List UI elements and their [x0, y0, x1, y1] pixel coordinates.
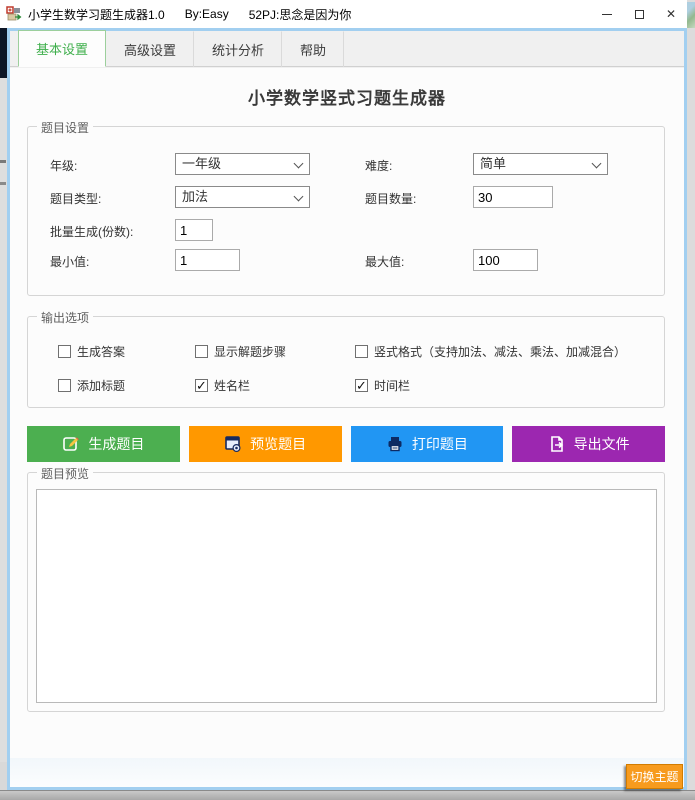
chevron-down-icon — [294, 192, 304, 202]
window-title-slogan: 52PJ:思念是因为你 — [249, 6, 352, 23]
checkbox-vertical-format[interactable]: 竖式格式（支持加法、减法、乘法、加减混合） — [355, 343, 626, 360]
chevron-down-icon — [294, 159, 304, 169]
question-type-select-value: 加法 — [182, 189, 208, 204]
checkbox-label: 姓名栏 — [214, 377, 250, 394]
action-button-row: 生成题目 预览题目 — [27, 426, 665, 462]
print-questions-button[interactable]: 打印题目 — [351, 426, 504, 462]
checkbox-show-steps[interactable]: 显示解题步骤 — [195, 343, 286, 360]
checkbox-box[interactable] — [195, 345, 208, 358]
export-icon — [548, 435, 566, 453]
edit-icon — [62, 435, 80, 453]
max-value-input[interactable] — [473, 249, 538, 271]
question-count-label: 题目数量: — [365, 188, 416, 210]
question-type-select[interactable]: 加法 — [175, 186, 310, 208]
checkbox-name-field[interactable]: 姓名栏 — [195, 377, 250, 394]
group-title: 题目设置 — [37, 119, 93, 136]
preview-icon — [224, 435, 242, 453]
checkbox-time-field[interactable]: 时间栏 — [355, 377, 410, 394]
export-file-button[interactable]: 导出文件 — [512, 426, 665, 462]
checkbox-label: 添加标题 — [77, 377, 125, 394]
close-button[interactable]: ✕ — [655, 0, 687, 28]
checkbox-label: 显示解题步骤 — [214, 343, 286, 360]
checkbox-label: 竖式格式（支持加法、减法、乘法、加减混合） — [374, 343, 626, 360]
difficulty-select[interactable]: 简单 — [473, 153, 608, 175]
grade-select-value: 一年级 — [182, 156, 221, 171]
printer-icon — [386, 435, 404, 453]
preview-questions-button[interactable]: 预览题目 — [189, 426, 342, 462]
tab-page-basic-settings: 小学数学竖式习题生成器 题目设置 年级: 一年级 难度: 简单 题目类型: 加法 — [10, 68, 684, 758]
button-label: 生成题目 — [88, 434, 144, 454]
window-title-byline: By:Easy — [185, 7, 229, 21]
window-title: 小学生数学习题生成器1.0 — [28, 6, 165, 23]
group-title: 输出选项 — [37, 309, 93, 326]
desktop-background-right — [687, 0, 695, 800]
minimize-button[interactable] — [591, 0, 623, 28]
batch-count-input[interactable] — [175, 219, 213, 241]
question-preview-textarea[interactable] — [36, 489, 657, 703]
tab-help[interactable]: 帮助 — [282, 31, 344, 67]
generate-questions-button[interactable]: 生成题目 — [27, 426, 180, 462]
app-icon — [6, 6, 22, 22]
tab-statistics[interactable]: 统计分析 — [194, 31, 282, 67]
window-controls: ✕ — [591, 0, 687, 28]
app-screen: 小学生数学习题生成器1.0 By:Easy 52PJ:思念是因为你 ✕ 基本设置… — [0, 0, 695, 800]
desktop-background-left — [0, 0, 7, 762]
batch-label: 批量生成(份数): — [50, 221, 133, 243]
question-preview-group: 题目预览 — [27, 472, 665, 712]
max-value-label: 最大值: — [365, 251, 404, 273]
grade-label: 年级: — [50, 155, 77, 177]
maximize-button[interactable] — [623, 0, 655, 28]
difficulty-label: 难度: — [365, 155, 392, 177]
page-title: 小学数学竖式习题生成器 — [10, 84, 684, 109]
button-label: 打印题目 — [412, 434, 468, 454]
window-footer-area: 切换主题 — [10, 758, 684, 787]
button-label: 预览题目 — [250, 434, 306, 454]
min-value-input[interactable] — [175, 249, 240, 271]
checkbox-generate-answers[interactable]: 生成答案 — [58, 343, 125, 360]
desktop-background-bottom — [0, 790, 695, 800]
switch-theme-button[interactable]: 切换主题 — [626, 764, 683, 789]
checkbox-add-title[interactable]: 添加标题 — [58, 377, 125, 394]
chevron-down-icon — [592, 159, 602, 169]
tab-basic-settings[interactable]: 基本设置 — [18, 30, 106, 67]
checkbox-box[interactable] — [355, 345, 368, 358]
desktop-icon-text-fragment — [0, 160, 6, 163]
checkbox-box[interactable] — [58, 345, 71, 358]
tab-strip: 基本设置 高级设置 统计分析 帮助 — [10, 31, 684, 67]
min-value-label: 最小值: — [50, 251, 89, 273]
window-body: 基本设置 高级设置 统计分析 帮助 小学数学竖式习题生成器 题目设置 年级: 一… — [7, 28, 687, 790]
question-settings-group: 题目设置 年级: 一年级 难度: 简单 题目类型: 加法 题目数量: — [27, 126, 665, 296]
difficulty-select-value: 简单 — [480, 156, 506, 171]
checkbox-box[interactable] — [58, 379, 71, 392]
close-icon: ✕ — [666, 8, 676, 20]
group-title: 题目预览 — [37, 465, 93, 482]
grade-select[interactable]: 一年级 — [175, 153, 310, 175]
tab-advanced-settings[interactable]: 高级设置 — [106, 31, 194, 67]
question-type-label: 题目类型: — [50, 188, 101, 210]
output-options-group: 输出选项 生成答案 显示解题步骤 竖式格式（支持加法、减法、乘法、加减混合） 添… — [27, 316, 665, 408]
checkbox-label: 时间栏 — [374, 377, 410, 394]
desktop-icon-text-fragment — [0, 182, 6, 185]
checkbox-label: 生成答案 — [77, 343, 125, 360]
checkbox-box[interactable] — [195, 379, 208, 392]
checkbox-box[interactable] — [355, 379, 368, 392]
minimize-icon — [602, 14, 612, 15]
window-titlebar: 小学生数学习题生成器1.0 By:Easy 52PJ:思念是因为你 ✕ — [0, 0, 687, 28]
maximize-icon — [635, 10, 644, 19]
button-label: 导出文件 — [574, 434, 630, 454]
desktop-wallpaper-fragment — [687, 2, 695, 28]
question-count-input[interactable] — [473, 186, 553, 208]
